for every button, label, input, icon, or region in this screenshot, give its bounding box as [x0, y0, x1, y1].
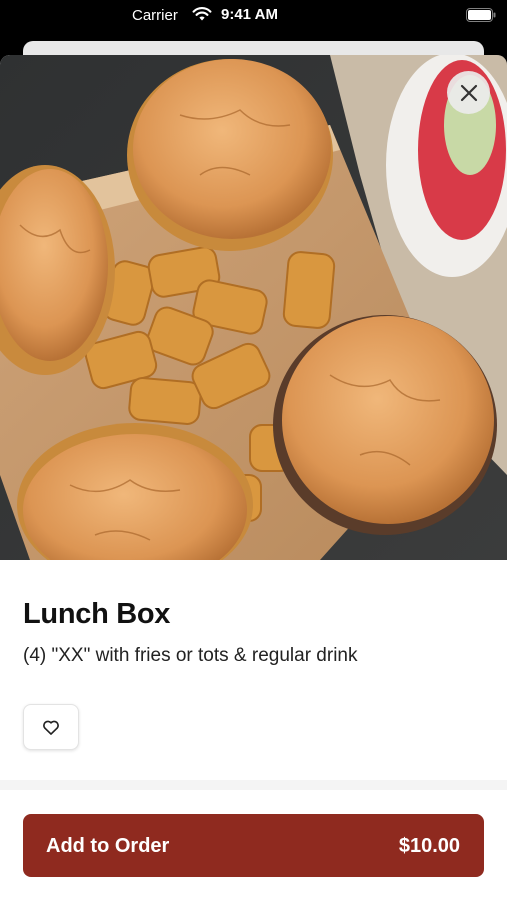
status-bar: Carrier 9:41 AM: [0, 0, 507, 32]
item-photo: [0, 55, 507, 560]
add-to-order-button[interactable]: Add to Order $10.00: [23, 814, 484, 877]
add-to-order-label: Add to Order: [46, 835, 170, 857]
close-icon: [460, 84, 477, 101]
favorite-button[interactable]: [23, 704, 79, 750]
wifi-icon: [192, 7, 212, 21]
item-title: Lunch Box: [23, 598, 171, 630]
order-price: $10.00: [398, 835, 460, 857]
close-button[interactable]: [447, 71, 490, 114]
section-divider: [0, 780, 507, 790]
heart-icon: [43, 720, 59, 735]
carrier-label: Carrier: [132, 7, 178, 24]
status-time: 9:41 AM: [221, 6, 278, 23]
battery-icon: [466, 8, 496, 22]
item-description: (4) "XX" with fries or tots & regular dr…: [23, 645, 358, 666]
item-detail-sheet: [0, 55, 507, 900]
